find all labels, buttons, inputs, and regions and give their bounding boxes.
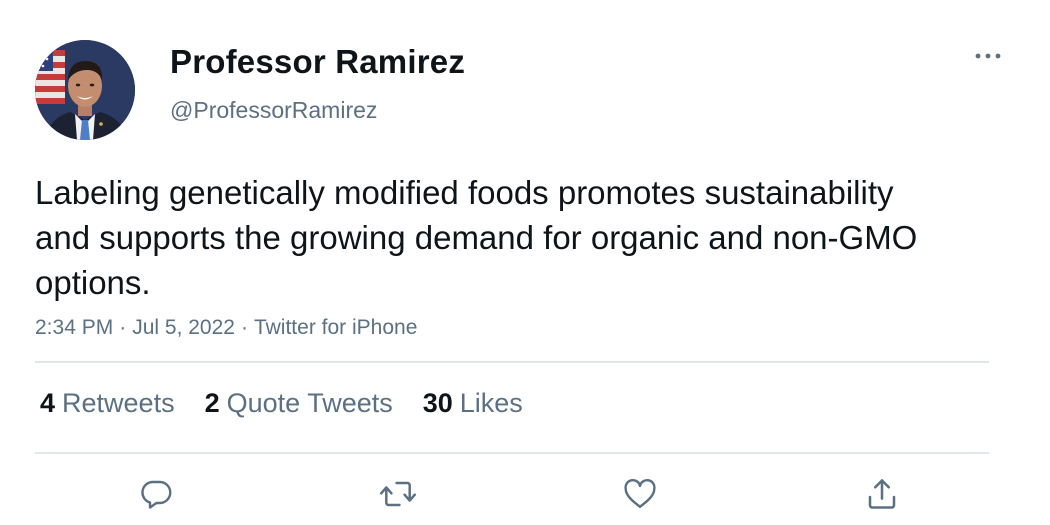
retweet-icon (379, 481, 417, 507)
reply-button[interactable] (136, 474, 176, 514)
tweet-card: Professor Ramirez @ProfessorRamirez Labe… (0, 0, 1050, 525)
more-dots-icon (975, 53, 1001, 59)
divider (35, 361, 989, 363)
tweet-time[interactable]: 2:34 PM (35, 316, 113, 339)
quote-tweets-label: Quote Tweets (226, 388, 393, 418)
retweet-button[interactable] (378, 474, 418, 514)
retweets-stat[interactable]: 4 Retweets (40, 388, 175, 419)
tweet-date[interactable]: Jul 5, 2022 (132, 316, 235, 339)
engagement-stats: 4 Retweets 2 Quote Tweets 30 Likes (40, 388, 523, 419)
avatar-image (35, 40, 135, 140)
share-button[interactable] (862, 474, 902, 514)
tweet-metadata: 2:34 PM · Jul 5, 2022 · Twitter for iPhone (35, 316, 417, 340)
likes-label: Likes (459, 388, 523, 418)
author-handle[interactable]: @ProfessorRamirez (170, 97, 377, 124)
quote-tweets-stat[interactable]: 2 Quote Tweets (205, 388, 393, 419)
tweet-text: Labeling genetically modified foods prom… (35, 174, 918, 301)
meta-separator: · (240, 316, 248, 339)
heart-icon (624, 479, 656, 508)
share-icon (868, 479, 896, 509)
like-button[interactable] (620, 474, 660, 514)
quote-tweets-count: 2 (204, 388, 220, 418)
retweets-count: 4 (40, 388, 56, 418)
tweet-source[interactable]: Twitter for iPhone (254, 316, 417, 339)
likes-stat[interactable]: 30 Likes (423, 388, 523, 419)
author-display-name[interactable]: Professor Ramirez (170, 43, 465, 81)
likes-count: 30 (422, 388, 453, 418)
meta-separator: · (119, 316, 127, 339)
avatar[interactable] (35, 40, 135, 140)
more-options-button[interactable] (968, 42, 1008, 70)
reply-icon (141, 480, 172, 509)
retweets-label: Retweets (62, 388, 175, 418)
divider (35, 452, 989, 454)
